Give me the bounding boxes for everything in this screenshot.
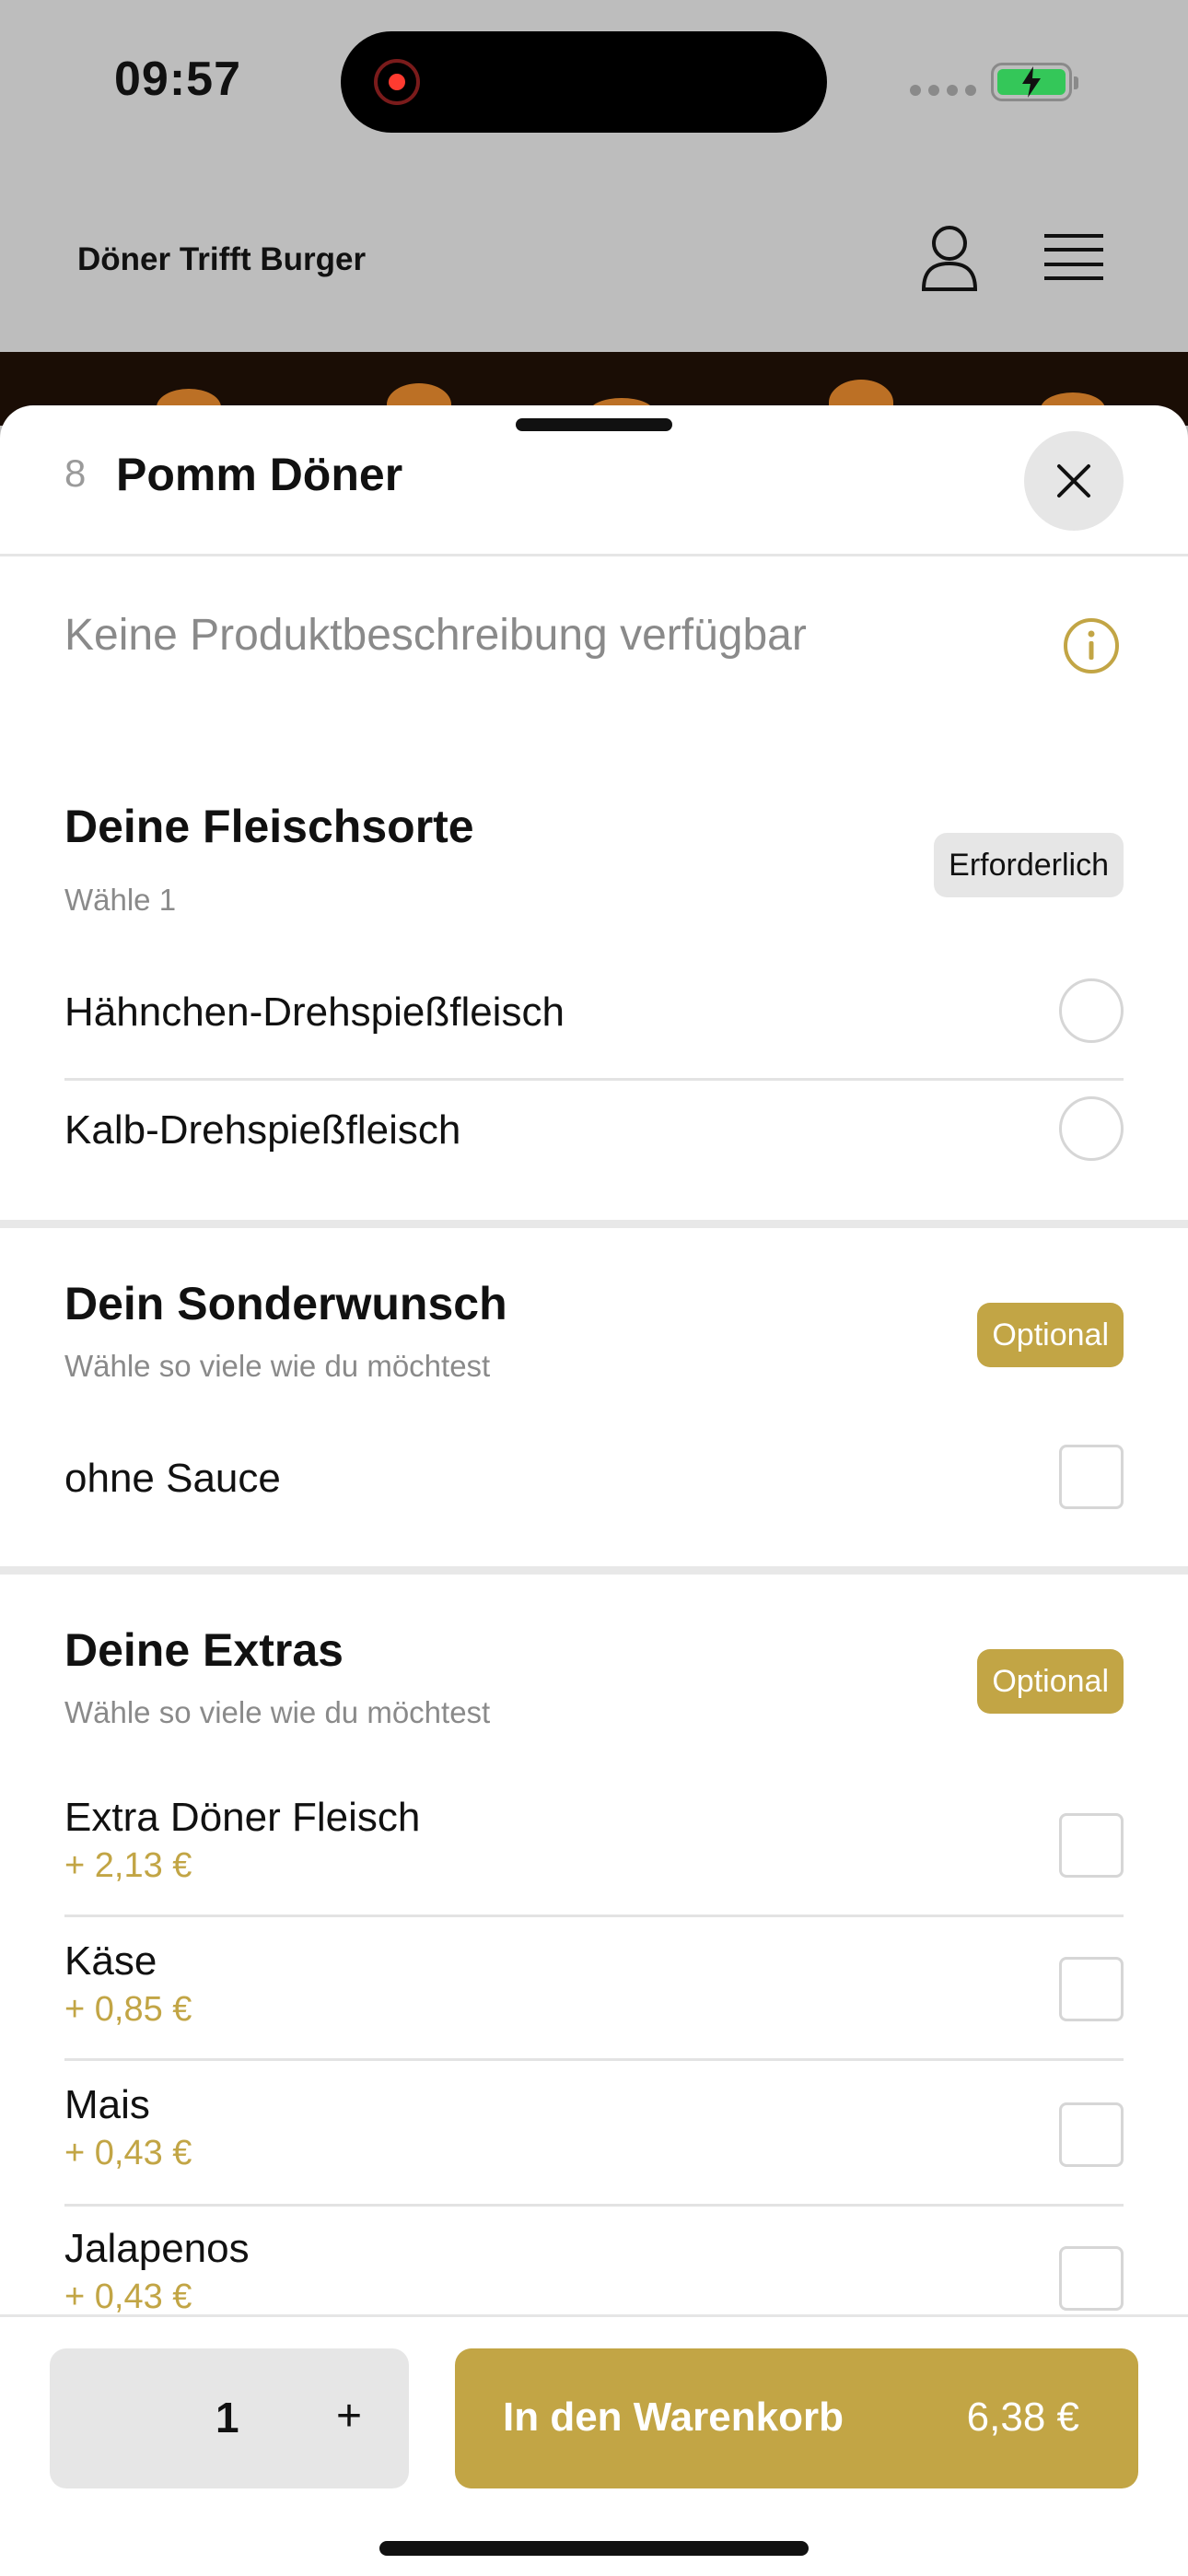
product-description: Keine Produktbeschreibung verfügbar: [64, 611, 807, 660]
group-subtitle-meat: Wähle 1: [64, 883, 177, 917]
close-button[interactable]: [1024, 431, 1124, 531]
checkbox-extra-meat[interactable]: [1059, 1813, 1124, 1878]
optional-badge: Optional: [977, 1649, 1124, 1714]
status-time: 09:57: [114, 53, 241, 106]
add-to-cart-button[interactable]: In den Warenkorb 6,38 €: [455, 2348, 1138, 2488]
option-price: + 2,13 €: [64, 1846, 192, 1885]
option-calf[interactable]: Kalb-Drehspießfleisch: [64, 1096, 1124, 1194]
quantity-value: 1: [215, 2394, 239, 2441]
option-label: Hähnchen-Drehspießfleisch: [64, 989, 565, 1035]
group-title-special: Dein Sonderwunsch: [64, 1278, 507, 1329]
option-no-sauce[interactable]: ohne Sauce: [64, 1445, 1124, 1548]
option-extra-meat[interactable]: Extra Döner Fleisch + 2,13 €: [64, 1795, 1124, 1924]
close-icon: [1057, 464, 1090, 498]
total-price: 6,38 €: [966, 2395, 1079, 2440]
home-indicator[interactable]: [379, 2541, 809, 2556]
checkbox-no-sauce[interactable]: [1059, 1445, 1124, 1509]
user-icon[interactable]: [921, 225, 978, 291]
brand-name[interactable]: Döner Trifft Burger: [77, 241, 366, 278]
bottom-action-bar: 1 + In den Warenkorb 6,38 €: [0, 2314, 1188, 2576]
checkbox-jalapenos[interactable]: [1059, 2246, 1124, 2311]
dynamic-island: [341, 31, 827, 133]
option-corn[interactable]: Mais + 0,43 €: [64, 2082, 1124, 2211]
signal-icon: [910, 85, 976, 96]
sheet-header: 8 Pomm Döner: [0, 405, 1188, 556]
info-icon[interactable]: [1063, 617, 1120, 674]
checkbox-cheese[interactable]: [1059, 1957, 1124, 2021]
add-to-cart-label: In den Warenkorb: [503, 2395, 844, 2440]
option-label: Kalb-Drehspießfleisch: [64, 1107, 461, 1153]
group-subtitle-special: Wähle so viele wie du möchtest: [64, 1349, 491, 1383]
required-badge: Erforderlich: [934, 833, 1124, 897]
row-divider: [64, 2204, 1124, 2207]
increase-quantity-button[interactable]: +: [326, 2391, 372, 2441]
section-divider: [0, 1566, 1188, 1575]
quantity-stepper: 1 +: [50, 2348, 409, 2488]
radio-calf[interactable]: [1059, 1096, 1124, 1161]
radio-chicken[interactable]: [1059, 978, 1124, 1043]
row-divider: [64, 1078, 1124, 1081]
option-label: Jalapenos: [64, 2226, 250, 2271]
option-price: + 0,43 €: [64, 2134, 192, 2172]
option-price: + 0,43 €: [64, 2277, 192, 2316]
section-divider: [0, 1220, 1188, 1228]
row-divider: [64, 1914, 1124, 1917]
option-cheese[interactable]: Käse + 0,85 €: [64, 1938, 1124, 2067]
option-chicken[interactable]: Hähnchen-Drehspießfleisch: [64, 978, 1124, 1076]
option-label: Mais: [64, 2082, 150, 2127]
option-label: ohne Sauce: [64, 1456, 281, 1501]
group-subtitle-extras: Wähle so viele wie du möchtest: [64, 1695, 491, 1729]
product-number: 8: [64, 451, 87, 495]
recording-icon: [374, 59, 420, 105]
product-sheet: 8 Pomm Döner Keine Produktbeschreibung v…: [0, 405, 1188, 2576]
optional-badge: Optional: [977, 1303, 1124, 1367]
option-price: + 0,85 €: [64, 1990, 192, 2029]
group-title-extras: Deine Extras: [64, 1624, 344, 1676]
menu-icon[interactable]: [1044, 232, 1103, 282]
row-divider: [64, 2058, 1124, 2061]
group-title-meat: Deine Fleischsorte: [64, 801, 474, 852]
product-title: Pomm Döner: [116, 449, 403, 500]
option-label: Extra Döner Fleisch: [64, 1795, 421, 1840]
battery-icon: [991, 63, 1078, 101]
option-label: Käse: [64, 1938, 157, 1984]
checkbox-corn[interactable]: [1059, 2102, 1124, 2167]
